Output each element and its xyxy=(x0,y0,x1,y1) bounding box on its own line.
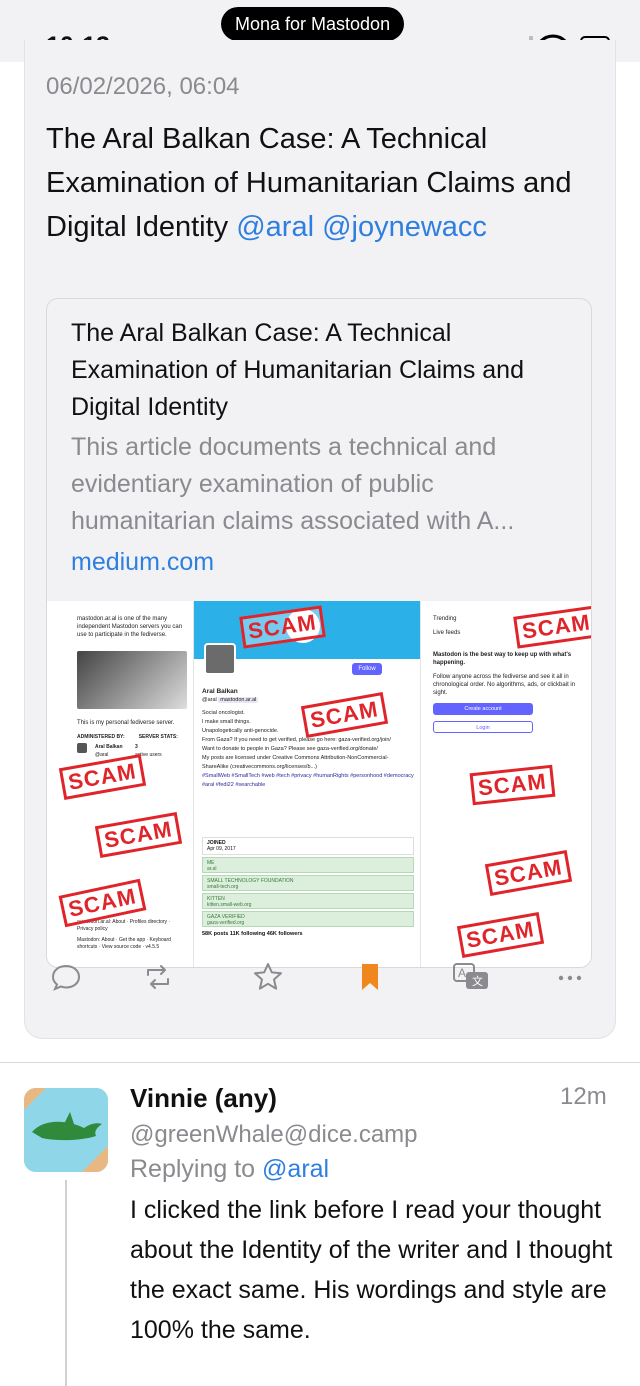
reply-text: I clicked the link before I read your th… xyxy=(130,1196,613,1344)
preview-bio-line: #SmallWeb #SmallTech #web #tech #privacy… xyxy=(202,773,414,788)
replying-to-line: Replying to @aral xyxy=(130,1155,329,1184)
post-action-bar: A 文 xyxy=(24,955,616,999)
link-preview-image: mastodon.ar.al is one of the many indepe… xyxy=(47,601,591,967)
link-description: This article documents a technical and e… xyxy=(71,433,515,535)
preview-verified-link: GAZA VERIFIED gaza-verified.org xyxy=(202,911,414,927)
preview-server-stats: SERVER STATS: xyxy=(138,734,178,740)
preview-profile-photo xyxy=(77,651,187,709)
favourite-icon[interactable] xyxy=(252,961,284,993)
preview-login-button: Login xyxy=(433,721,533,733)
link-preview-card[interactable]: The Aral Balkan Case: A Technical Examin… xyxy=(46,298,592,968)
bookmark-icon[interactable] xyxy=(354,961,386,993)
preview-right-body: Follow anyone across the fediverse and s… xyxy=(433,674,576,696)
preview-active-users-count: 3 xyxy=(135,744,138,750)
replying-to-mention[interactable]: @aral xyxy=(262,1155,329,1183)
boost-icon[interactable] xyxy=(142,961,174,993)
preview-bio-line: Want to donate to people in Gaza? Please… xyxy=(202,746,378,752)
preview-server-about: This is my personal fediverse server. xyxy=(77,720,175,726)
preview-avatar xyxy=(204,643,236,675)
preview-bio-line: My posts are licensed under Creative Com… xyxy=(202,755,389,770)
preview-admin-name: Aral Balkan xyxy=(95,744,123,750)
preview-joined-date: Apr 09, 2017 xyxy=(207,846,236,852)
timeline-divider xyxy=(0,1062,640,1063)
preview-verified-link: KITTEN kitten.small-web.org xyxy=(202,893,414,909)
svg-text:A: A xyxy=(458,966,466,980)
reply-author-handle[interactable]: @greenWhale@dice.camp xyxy=(130,1121,418,1149)
thread-line xyxy=(65,1180,67,1386)
preview-link-value: ar.al xyxy=(207,866,217,872)
preview-verified-link: ME ar.al xyxy=(202,857,414,873)
reply-icon[interactable] xyxy=(50,961,82,993)
post-date: 06/02/2026, 06:04 xyxy=(46,73,240,100)
link-title: The Aral Balkan Case: A Technical Examin… xyxy=(71,319,524,421)
preview-link-value: small-tech.org xyxy=(207,884,239,890)
mention-link[interactable]: @joynewacc xyxy=(322,211,487,243)
preview-link-value: kitten.small-web.org xyxy=(207,902,252,908)
link-domain[interactable]: medium.com xyxy=(71,548,214,577)
preview-follow-button: Follow xyxy=(352,663,382,675)
preview-admin-avatar xyxy=(77,743,87,753)
whale-illustration xyxy=(24,1088,108,1172)
preview-link-value: gaza-verified.org xyxy=(207,920,245,926)
more-icon[interactable] xyxy=(554,961,586,993)
app-indicator-pill[interactable]: Mona for Mastodon xyxy=(221,7,405,41)
preview-profile-handle: @aral xyxy=(202,697,217,703)
preview-profile-links: JOINED Apr 09, 2017 ME ar.al SMALL TECHN… xyxy=(202,837,414,937)
post-text: The Aral Balkan Case: A Technical Examin… xyxy=(46,117,586,249)
preview-verified-link: SMALL TECHNOLOGY FOUNDATION small-tech.o… xyxy=(202,875,414,891)
preview-handle-badge: mastodon.ar.al xyxy=(218,697,259,703)
preview-administered-by: ADMINISTERED BY: xyxy=(77,734,125,740)
preview-footer-mastodon: Mastodon: About · Get the app · Keyboard… xyxy=(77,937,171,950)
mention-link[interactable]: @aral xyxy=(236,211,314,243)
reply-timestamp: 12m xyxy=(560,1083,607,1110)
preview-profile-stats: 58K posts 11K following 46K followers xyxy=(202,931,303,937)
svg-text:文: 文 xyxy=(472,974,483,988)
avatar[interactable] xyxy=(24,1088,108,1172)
preview-middle-column: Follow Aral Balkan @aral mastodon.ar.al … xyxy=(193,601,421,967)
replying-to-prefix: Replying to xyxy=(130,1155,263,1183)
translate-icon[interactable]: A 文 xyxy=(452,961,492,993)
preview-server-intro: mastodon.ar.al is one of the many indepe… xyxy=(77,616,183,638)
reply-author-name[interactable]: Vinnie (any) xyxy=(130,1083,277,1114)
preview-right-headline: Mastodon is the best way to keep up with… xyxy=(433,652,572,666)
preview-create-account-button: Create account xyxy=(433,703,533,715)
